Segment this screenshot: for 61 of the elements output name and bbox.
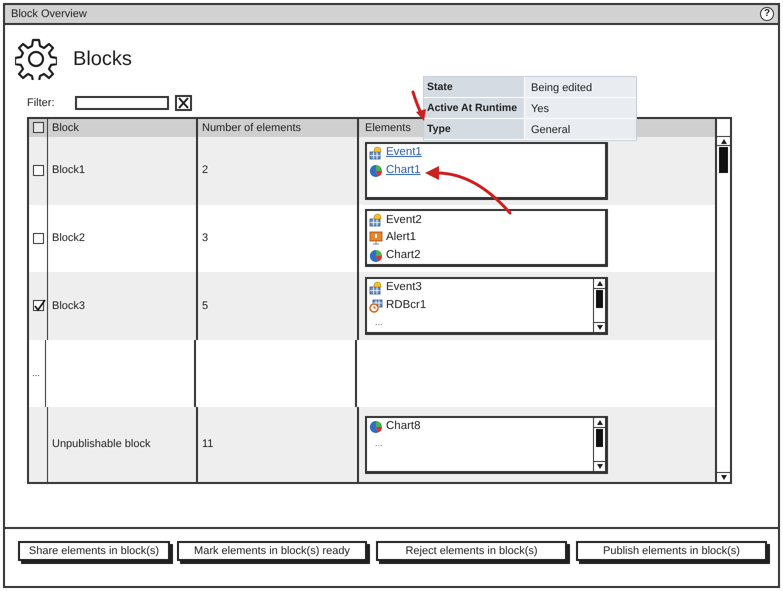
action-button[interactable]: Mark elements in block(s) ready [177, 541, 367, 561]
action-button[interactable]: Share elements in block(s) [18, 541, 170, 561]
property-value: Being edited [525, 77, 636, 97]
help-button[interactable]: ? [760, 7, 774, 21]
scroll-up-icon[interactable] [717, 136, 730, 146]
element-link[interactable]: Event1 [386, 145, 422, 160]
element-name: Alert1 [386, 230, 416, 246]
element-name: Chart8 [386, 419, 421, 434]
checkbox[interactable] [32, 165, 44, 176]
table-cell-text: 11 [202, 437, 214, 452]
property-label: Active At Runtime [424, 98, 525, 118]
checkbox[interactable] [32, 232, 44, 244]
scrollbar[interactable] [593, 418, 605, 471]
scroll-thumb[interactable] [596, 290, 603, 308]
pie-chart-icon [369, 248, 383, 263]
action-button[interactable]: Publish elements in block(s) [576, 541, 767, 561]
clear-button[interactable] [174, 95, 192, 111]
more-text: ... [374, 316, 384, 329]
checkbox[interactable] [32, 122, 44, 134]
table-cell-text: Unpublishable block [52, 437, 150, 452]
window-title: Block Overview [11, 6, 87, 22]
element-link[interactable]: Chart1 [386, 163, 421, 178]
scroll-up-icon[interactable] [594, 418, 605, 428]
ellipsis-text: ... [32, 366, 40, 380]
action-button[interactable]: Reject elements in block(s) [376, 541, 567, 561]
checkbox[interactable] [32, 300, 44, 312]
table-cell-text: Block2 [52, 231, 86, 246]
filter-field[interactable] [74, 96, 168, 110]
element-name: Event3 [386, 280, 422, 296]
scrollbar[interactable] [593, 278, 605, 332]
page-title: Blocks [73, 47, 132, 71]
monitor-icon [369, 230, 383, 245]
table-cell-text: 5 [202, 298, 208, 314]
table-cell-text: 3 [202, 231, 208, 246]
element-name: Chart2 [386, 248, 421, 264]
more-text: ... [374, 436, 384, 450]
property-label: Type [424, 119, 525, 139]
column-header: Number of elements [202, 121, 302, 136]
clock-icon [369, 298, 383, 313]
table-cell-text: Block1 [52, 163, 86, 178]
scroll-thumb[interactable] [719, 147, 728, 173]
column-header: Block [52, 121, 79, 136]
table-cell-text: 2 [202, 163, 208, 178]
pie-chart-icon [369, 420, 383, 434]
column-header: Elements [365, 121, 411, 136]
element-name: Event2 [386, 212, 422, 228]
filter-label: Filter: [27, 96, 54, 111]
scroll-down-icon[interactable] [717, 472, 730, 482]
property-value: Yes [525, 98, 636, 118]
scroll-thumb[interactable] [596, 428, 603, 447]
annotation-arrow [412, 90, 426, 121]
scrollbar[interactable] [715, 119, 730, 482]
property-value: General [525, 119, 636, 139]
element-name: RDBcr1 [386, 298, 426, 314]
property-label: State [424, 77, 525, 97]
scroll-up-icon[interactable] [594, 278, 605, 289]
scroll-down-icon[interactable] [594, 460, 605, 471]
table-cell-text: Block3 [52, 298, 86, 314]
scroll-down-icon[interactable] [594, 322, 605, 332]
gear-icon [15, 38, 57, 80]
pie-chart-icon [369, 164, 383, 178]
